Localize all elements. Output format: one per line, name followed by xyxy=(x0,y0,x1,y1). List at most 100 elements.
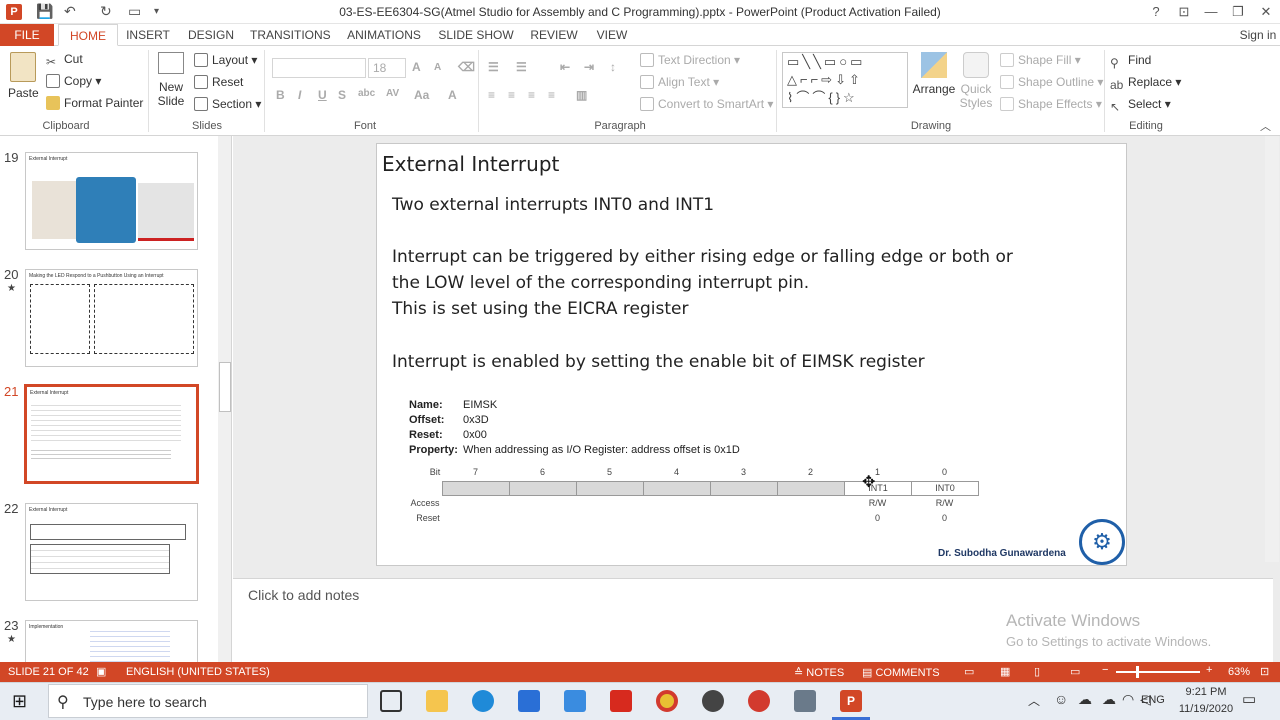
columns-icon[interactable]: ▥ xyxy=(576,88,587,102)
spellcheck-icon[interactable]: ▣ xyxy=(96,665,106,678)
shape-effects-button[interactable]: Shape Effects ▾ xyxy=(1000,97,1102,111)
align-right-icon[interactable]: ≡ xyxy=(528,88,535,102)
grow-font-icon[interactable]: A xyxy=(412,60,421,74)
increase-indent-icon[interactable]: ⇥ xyxy=(584,60,594,74)
slide-thumbnail-21[interactable]: External Interrupt xyxy=(24,384,199,484)
tab-home[interactable]: HOME xyxy=(58,24,118,46)
people-icon[interactable]: ☺ xyxy=(1054,691,1068,707)
character-spacing-icon[interactable]: AV xyxy=(386,88,399,99)
shape-fill-button[interactable]: Shape Fill ▾ xyxy=(1000,53,1081,67)
onedrive-icon[interactable]: ☁ xyxy=(1078,691,1092,708)
decrease-indent-icon[interactable]: ⇤ xyxy=(560,60,570,74)
copy-button[interactable]: Copy ▾ xyxy=(46,74,101,88)
app-icon[interactable] xyxy=(748,690,770,712)
align-left-icon[interactable]: ≡ xyxy=(488,88,495,102)
zoom-slider[interactable] xyxy=(1116,671,1200,673)
slide-thumbnail-20[interactable]: Making the LED Respond to a Pushbutton U… xyxy=(25,269,198,367)
chrome-icon[interactable] xyxy=(656,690,678,712)
slide-bullet[interactable]: Two external interrupts INT0 and INT1 xyxy=(392,195,714,215)
language-status[interactable]: ENGLISH (UNITED STATES) xyxy=(126,666,270,678)
font-size-box[interactable]: 18 xyxy=(368,58,406,78)
tab-animations[interactable]: ANIMATIONS xyxy=(344,24,424,46)
slide-scrollbar[interactable] xyxy=(1265,136,1279,562)
text-direction-button[interactable]: Text Direction ▾ xyxy=(640,53,740,67)
italic-icon[interactable]: I xyxy=(298,88,301,102)
underline-icon[interactable]: U xyxy=(318,88,327,102)
clear-formatting-icon[interactable]: ⌫ xyxy=(458,60,475,74)
tab-insert[interactable]: INSERT xyxy=(122,24,174,46)
powerpoint-taskbar-icon[interactable]: P xyxy=(840,690,862,712)
cut-button[interactable]: ✂ Cut xyxy=(46,52,83,69)
justify-icon[interactable]: ≡ xyxy=(548,88,555,102)
shape-outline-button[interactable]: Shape Outline ▾ xyxy=(1000,75,1103,89)
slide-show-icon[interactable]: ▭ xyxy=(1070,665,1080,678)
strikethrough-icon[interactable]: abc xyxy=(358,88,375,99)
shapes-gallery[interactable]: ▭╲╲▭○▭ △⌐⌐⇨⇩⇧ ⌇⌒⌒{}☆ xyxy=(782,52,908,108)
tab-design[interactable]: DESIGN xyxy=(184,24,238,46)
windows-start-icon[interactable]: ⊞ xyxy=(12,691,27,712)
bold-icon[interactable]: B xyxy=(276,88,285,102)
slide-thumbnail-19[interactable]: External Interrupt xyxy=(25,152,198,250)
font-name-box[interactable] xyxy=(272,58,366,78)
ribbon-display-options-icon[interactable]: ⊡ xyxy=(1172,2,1196,22)
wifi-icon[interactable]: ◠ xyxy=(1122,691,1134,708)
slide-title[interactable]: External Interrupt xyxy=(382,152,559,176)
slide-thumbnail-22[interactable]: External Interrupt xyxy=(25,503,198,601)
find-button[interactable]: ⚲ Find xyxy=(1110,53,1151,70)
maximize-button[interactable]: ❐ xyxy=(1226,2,1250,22)
reset-button[interactable]: Reset xyxy=(194,75,243,89)
zoom-slider-thumb[interactable] xyxy=(1136,666,1139,678)
slide-sorter-icon[interactable]: ▦ xyxy=(1000,665,1010,678)
clock-date[interactable]: 11/19/2020 xyxy=(1178,703,1234,715)
collapse-ribbon-icon[interactable]: ︿ xyxy=(1260,118,1271,134)
comments-button[interactable]: ▤ COMMENTS xyxy=(862,666,940,679)
snipping-tool-icon[interactable] xyxy=(794,690,816,712)
section-button[interactable]: Section ▾ xyxy=(194,97,261,111)
replace-button[interactable]: ab Replace ▾ xyxy=(1110,75,1181,92)
convert-smartart-button[interactable]: Convert to SmartArt ▾ xyxy=(640,97,773,111)
arrange-button[interactable]: Arrange xyxy=(912,52,956,96)
tray-expand-icon[interactable]: ︿ xyxy=(1028,692,1040,709)
shadow-icon[interactable]: S xyxy=(338,88,346,102)
center-icon[interactable]: ≡ xyxy=(508,88,515,102)
line-spacing-icon[interactable]: ↕ xyxy=(610,60,616,74)
format-painter-button[interactable]: Format Painter xyxy=(46,96,143,110)
slide-thumbnail-23[interactable]: Implementation xyxy=(25,620,198,662)
notes-button[interactable]: ≙ NOTES xyxy=(794,666,844,679)
quick-styles-button[interactable]: Quick Styles xyxy=(958,52,994,110)
atmel-studio-icon[interactable] xyxy=(702,690,724,712)
slide-bullet[interactable]: Interrupt can be triggered by either ris… xyxy=(392,247,1013,267)
scroll-thumb[interactable] xyxy=(219,362,231,412)
tab-slide-show[interactable]: SLIDE SHOW xyxy=(438,24,514,46)
bullets-icon[interactable]: ☰ xyxy=(488,60,499,74)
sign-in-link[interactable]: Sign in xyxy=(1236,24,1280,46)
shrink-font-icon[interactable]: A xyxy=(434,62,441,73)
font-color-icon[interactable]: A xyxy=(448,88,457,102)
notes-placeholder[interactable]: Click to add notes xyxy=(248,587,359,603)
new-slide-button[interactable]: New Slide xyxy=(154,52,188,108)
reading-view-icon[interactable]: ▯ xyxy=(1034,665,1040,678)
tab-transitions[interactable]: TRANSITIONS xyxy=(250,24,331,46)
zoom-level[interactable]: 63% xyxy=(1228,666,1250,678)
file-explorer-icon[interactable] xyxy=(426,690,448,712)
clock-time[interactable]: 9:21 PM xyxy=(1178,686,1234,698)
tab-review[interactable]: REVIEW xyxy=(528,24,580,46)
edge-browser-icon[interactable] xyxy=(472,690,494,712)
layout-button[interactable]: Layout ▾ xyxy=(194,53,257,67)
notifications-icon[interactable]: ▭ xyxy=(1242,690,1256,708)
tab-view[interactable]: VIEW xyxy=(592,24,632,46)
change-case-icon[interactable]: Aa xyxy=(414,88,429,102)
select-button[interactable]: ↖ Select ▾ xyxy=(1110,97,1171,114)
normal-view-icon[interactable]: ▭ xyxy=(964,665,974,678)
taskbar-search-box[interactable]: ⚲ Type here to search xyxy=(48,684,368,718)
zoom-in-button[interactable]: + xyxy=(1206,664,1212,676)
align-text-button[interactable]: Align Text ▾ xyxy=(640,75,719,89)
task-view-icon[interactable] xyxy=(380,690,402,712)
minimize-button[interactable]: — xyxy=(1199,2,1223,22)
paste-button[interactable]: Paste xyxy=(8,52,39,100)
acrobat-icon[interactable] xyxy=(610,690,632,712)
zoom-out-button[interactable]: − xyxy=(1102,664,1108,676)
slide-bullet[interactable]: Interrupt is enabled by setting the enab… xyxy=(392,352,925,372)
slide-bullet[interactable]: This is set using the EICRA register xyxy=(392,299,688,319)
help-button[interactable]: ? xyxy=(1144,2,1168,22)
